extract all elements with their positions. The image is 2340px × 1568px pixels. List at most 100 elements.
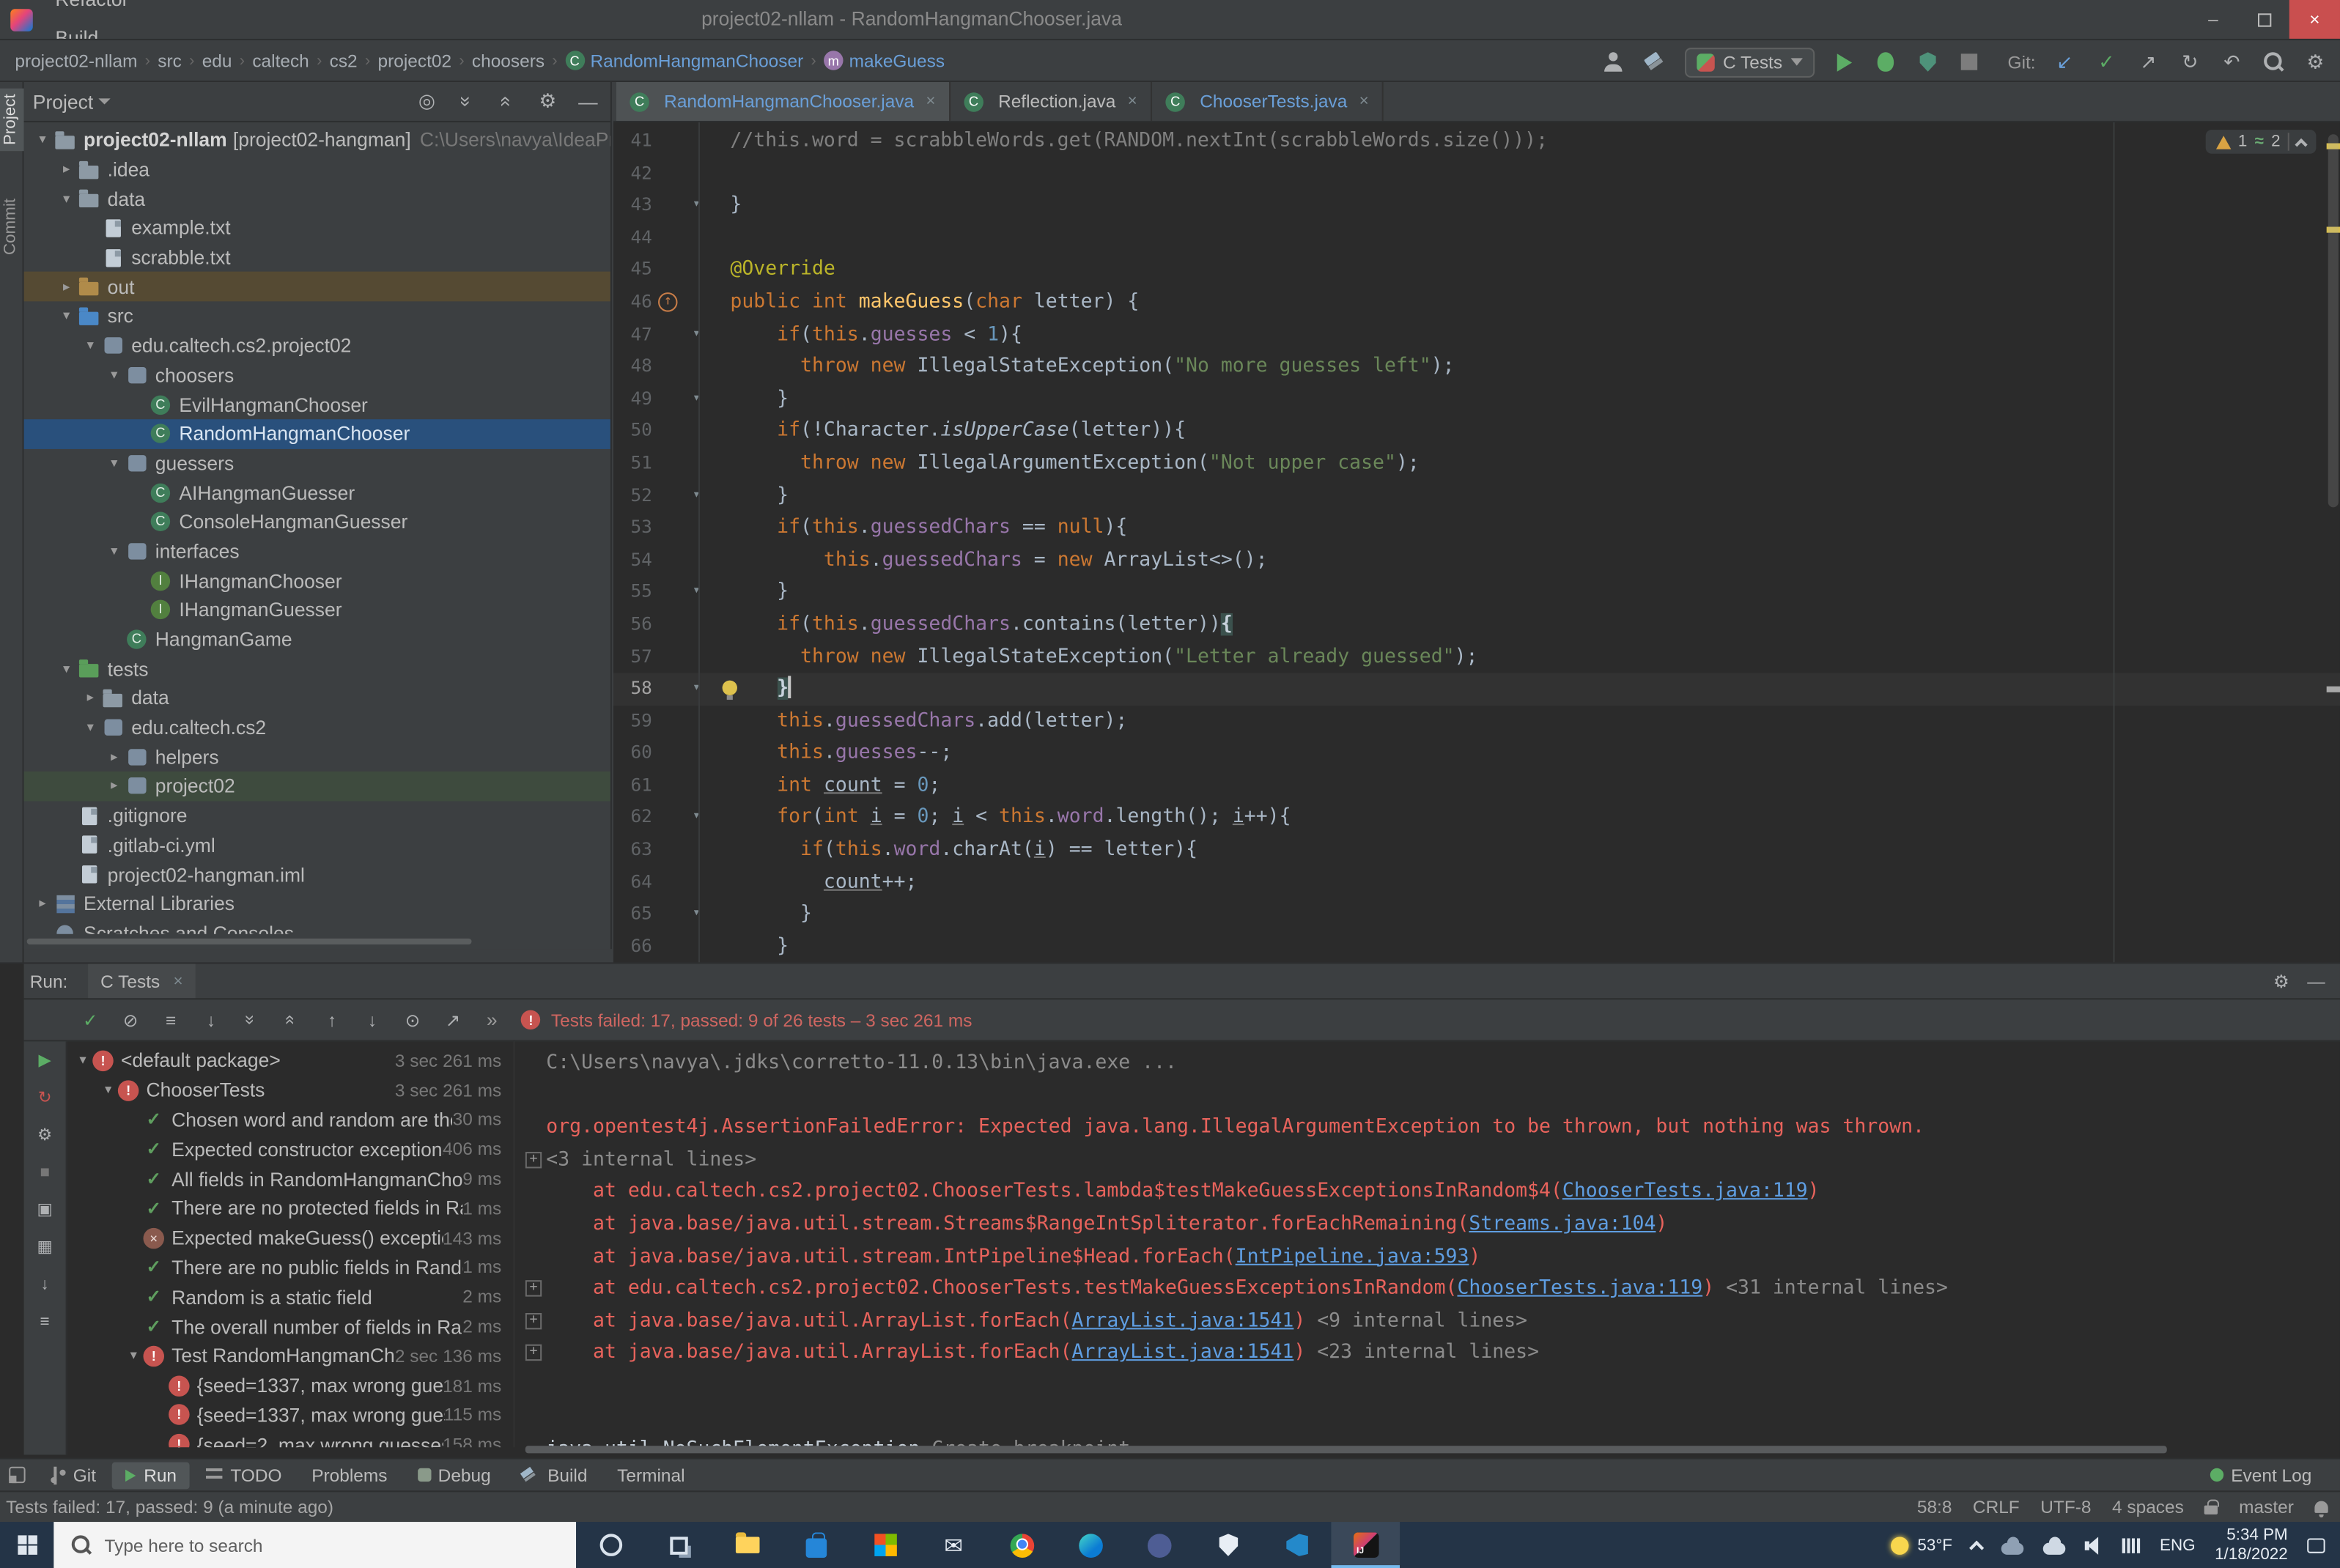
code-line-49[interactable]: 49 ▾ } [613,383,2340,415]
tree-item-external-libraries[interactable]: ▸ External Libraries [24,889,610,918]
test-history-icon[interactable]: ⊙ [400,1007,426,1033]
tree-item-scrabble-txt[interactable]: scrabble.txt [24,243,610,272]
chevron-icon[interactable]: ▾ [98,1082,117,1098]
close-icon[interactable]: × [926,92,935,110]
collapse-all-icon[interactable]: « [494,88,521,115]
console-line-6[interactable]: at java.base/java.util.stream.Streams$Ra… [525,1208,2328,1240]
tree-item-project02-nllam[interactable]: ▾ project02-nllam [project02-hangman] C:\Us… [24,125,610,155]
code-line-43[interactable]: 43 ▾ } [613,190,2340,222]
chevron-icon[interactable]: ▾ [56,661,75,677]
test-settings-icon[interactable]: ⚙ [32,1122,58,1147]
caret-position[interactable]: 58:8 [1917,1496,1952,1517]
test-item-5-all-fields-in-randomhangmanchoos[interactable]: ✓ All fields in RandomHangmanChoos 9 ms [67,1164,514,1194]
code-line-58[interactable]: 58 ▾ } [613,673,2340,706]
minimize-button[interactable]: – [2188,0,2238,39]
debug-button[interactable] [1873,48,1899,75]
close-icon[interactable]: × [1359,92,1369,110]
expand-stack-icon[interactable]: + [525,1280,542,1297]
coverage-button[interactable] [1915,48,1941,75]
code-line-51[interactable]: 51 throw new IllegalArgumentException("N… [613,448,2340,480]
stack-trace-link[interactable]: ArrayList.java:1541 [1072,1309,1294,1332]
chevron-icon[interactable]: ▾ [105,543,124,559]
tab-reflection-java[interactable]: C Reflection.java × [951,81,1153,121]
close-button[interactable]: × [2289,0,2340,39]
horizontal-scrollbar[interactable] [26,938,472,945]
intellij-icon[interactable] [1331,1522,1400,1568]
chevron-icon[interactable]: ▾ [81,720,100,736]
code-line-50[interactable]: 50 if(!Character.isUpperCase(letter)){ [613,415,2340,448]
expand-stack-icon[interactable]: + [525,1345,542,1361]
console-line-10[interactable]: + at java.base/java.util.ArrayList.forEa… [525,1337,2328,1369]
network-icon[interactable] [2122,1537,2141,1553]
stack-trace-link[interactable]: ArrayList.java:1541 [1072,1342,1294,1364]
rerun-failed-tests-icon[interactable]: ↻ [32,1084,58,1110]
scroll-to-end-icon[interactable]: ↓ [32,1271,58,1297]
console-line-7[interactable]: at java.base/java.util.stream.IntPipelin… [525,1240,2328,1273]
toolwindow-button-terminal[interactable]: Terminal [604,1462,698,1489]
tree-item-src[interactable]: ▾ src [24,302,610,331]
chevron-icon[interactable]: ▸ [81,690,100,706]
code-editor[interactable]: 41 //this.word = scrabbleWords.get(RANDO… [613,122,2340,963]
chevron-icon[interactable]: ▾ [81,338,100,354]
maximize-button[interactable] [2239,0,2289,39]
breadcrumb-project02[interactable]: project02 [378,50,452,71]
stack-trace-link[interactable]: Streams.java:104 [1469,1213,1656,1235]
intention-bulb-icon[interactable] [722,680,737,700]
code-line-63[interactable]: 63 if(this.word.charAt(i) == letter){ [613,834,2340,866]
toolwindow-button-event-log[interactable]: Event Log [2196,1462,2325,1489]
volume-icon[interactable] [2085,1536,2103,1554]
vertical-scrollbar[interactable] [2328,134,2339,508]
tree-item-interfaces[interactable]: ▾ interfaces [24,536,610,566]
tree-item-data[interactable]: ▸ data [24,684,610,713]
action-center-icon[interactable] [2307,1537,2325,1553]
onedrive-icon[interactable] [2043,1536,2066,1554]
toolwindow-button-problems[interactable]: Problems [298,1462,401,1489]
test-item-12-seed-1337-max-wrong-guess[interactable]: ! {seed=1337, max wrong guess 181 ms [67,1371,514,1400]
run-button[interactable] [1831,48,1857,75]
stack-trace-link[interactable]: ChooserTests.java:119 [1562,1181,1808,1204]
rerun-tests-icon[interactable]: ▶ [32,1048,58,1073]
breadcrumb-edu[interactable]: edu [202,50,232,71]
edge-icon[interactable] [1057,1522,1126,1568]
chevron-up-icon[interactable] [2295,137,2308,151]
tree-item-helpers[interactable]: ▸ helpers [24,742,610,772]
push-button[interactable]: ↗ [2136,48,2161,75]
expand-stack-icon[interactable]: + [525,1312,542,1329]
toolwindow-button-debug[interactable]: Debug [404,1462,504,1489]
chevron-icon[interactable]: ▾ [56,191,75,207]
chevron-icon[interactable]: ▸ [33,895,52,911]
stop-button[interactable] [1957,48,1982,75]
console-line-12[interactable] [525,1402,2328,1434]
chevron-icon[interactable]: ▸ [56,161,75,177]
menu-refactor[interactable]: Refactor [43,0,144,19]
toolwindow-button-git[interactable]: Git [37,1462,109,1489]
chevron-icon[interactable]: ▸ [105,778,124,794]
show-passed-icon[interactable]: ✓ [78,1007,103,1033]
code-line-41[interactable]: 41 //this.word = scrabbleWords.get(RANDO… [613,125,2340,158]
toolwindow-button-build[interactable]: Build [507,1462,601,1489]
code-line-62[interactable]: 62 ▾ for(int i = 0; i < this.word.length(… [613,802,2340,834]
task-view-icon[interactable] [645,1522,714,1568]
code-line-42[interactable]: 42 [613,158,2340,190]
console-line-1[interactable]: C:\Users\navya\.jdks\corretto-11.0.13\bi… [525,1048,2328,1080]
user-icon[interactable] [1601,48,1626,75]
stack-trace-link[interactable]: IntPipeline.java:593 [1236,1245,1469,1268]
console-line-8[interactable]: + at edu.caltech.cs2.project02.ChooserTe… [525,1273,2328,1305]
tree-item-guessers[interactable]: ▾ guessers [24,448,610,478]
breadcrumb-src[interactable]: src [158,50,182,71]
console-line-4[interactable]: + <3 internal lines> [525,1144,2328,1176]
code-line-46[interactable]: 46 ↑ public int makeGuess(char letter) { [613,286,2340,319]
caret-stripe-mark[interactable] [2326,686,2340,692]
cloud-icon[interactable] [2001,1536,2024,1554]
breadcrumb-makeguess[interactable]: m makeGuess [824,50,945,71]
search-input[interactable] [104,1534,508,1556]
tree-item-tests[interactable]: ▾ tests [24,654,610,684]
chevron-icon[interactable]: ▾ [33,132,52,148]
line-ending[interactable]: CRLF [1973,1496,2020,1517]
settings-gear-icon[interactable]: ⚙ [534,88,561,115]
test-item-13-seed-1337-max-wrong-guess[interactable]: ! {seed=1337, max wrong guess 115 ms [67,1400,514,1430]
show-ignored-icon[interactable]: ⊘ [118,1007,144,1033]
test-item-10-the-overall-number-of-fields-in-rand[interactable]: ✓ The overall number of fields in Rand 2 m… [67,1312,514,1341]
tree-item-data[interactable]: ▾ data [24,184,610,213]
thread-dump-icon[interactable]: ▣ [32,1197,58,1222]
